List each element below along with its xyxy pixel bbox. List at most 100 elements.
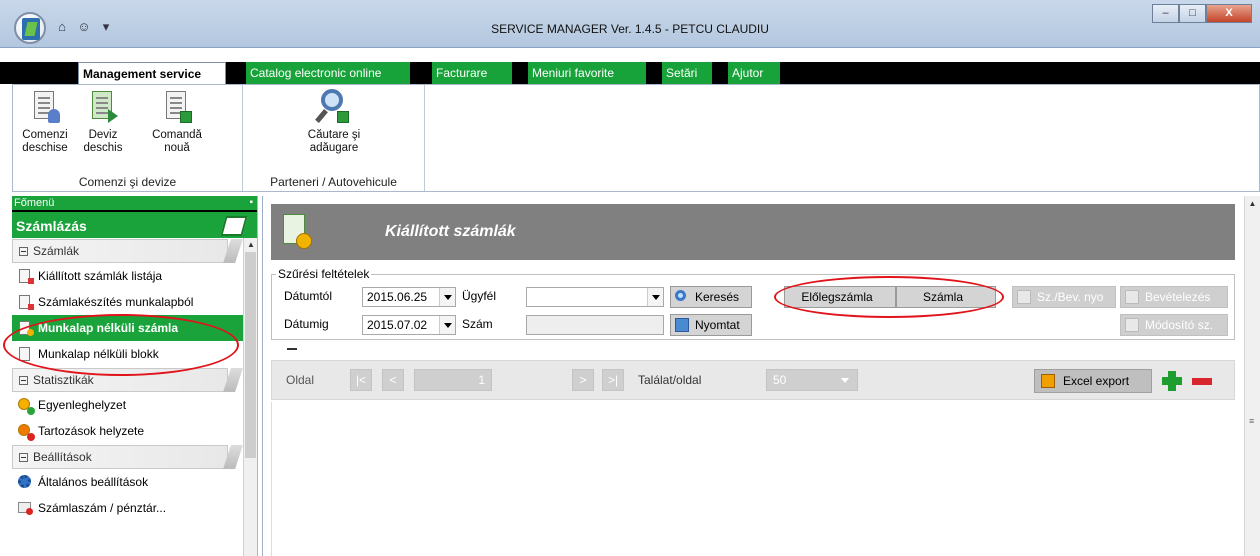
dropdown-arrow-icon[interactable] [439, 288, 455, 306]
invoice-section-icon [220, 216, 248, 236]
per-page-select[interactable]: 50 [766, 369, 858, 391]
results-grid[interactable] [271, 402, 1235, 556]
balance-coins-icon [18, 398, 35, 415]
open-orders-icon [30, 89, 60, 125]
client-select[interactable] [526, 287, 664, 307]
magnifier-icon [315, 89, 349, 125]
number-input[interactable] [526, 315, 664, 335]
scroll-up-icon[interactable]: ▲ [244, 238, 258, 252]
collapse-results-toggle[interactable] [287, 348, 297, 350]
print-icon [675, 318, 689, 332]
pager-toolbar: Oldal |< < 1 > >| Találat/oldal 50 Excel… [271, 360, 1235, 400]
invoice-button[interactable]: Számla [896, 286, 996, 308]
date-to-picker[interactable]: 2015.07.02 [362, 315, 456, 335]
modify-invoice-button[interactable]: Módosító sz. [1120, 314, 1228, 336]
receipt-print-button[interactable]: Sz./Bev. nyo [1012, 286, 1116, 308]
page-title: Kiállított számlák [385, 223, 516, 240]
scroll-up-icon[interactable]: ▲ [1245, 196, 1260, 212]
filter-panel: Szűrési feltételek Dátumtól 2015.06.25 Ü… [271, 267, 1235, 340]
invoice-icon [18, 321, 34, 336]
scrollbar-thumb[interactable] [245, 252, 256, 458]
new-order-button[interactable]: Comandă nouă [137, 89, 217, 155]
main-scrollbar[interactable]: ▲ ≡ [1244, 196, 1260, 556]
advance-invoice-button[interactable]: Előlegszámla [784, 286, 896, 308]
nav-group-statistics[interactable]: Statisztikák [12, 368, 228, 392]
nav-scrollbar[interactable]: ▲ [243, 238, 257, 556]
tab-meniuri-favorite[interactable]: Meniuri favorite [528, 62, 646, 84]
date-to-label: Dátumig [284, 317, 329, 331]
estimate-icon [88, 89, 118, 125]
search-add-button[interactable]: Căutare şi adăugare [293, 89, 375, 155]
collapse-icon [19, 376, 28, 385]
dropdown-arrow-icon[interactable] [439, 316, 455, 334]
nav-group-invoices[interactable]: Számlák [12, 239, 228, 263]
close-button[interactable]: X [1206, 4, 1252, 23]
page-number-input[interactable]: 1 [414, 369, 492, 391]
last-page-button[interactable]: >| [602, 369, 624, 391]
tab-management-service[interactable]: Management service [78, 62, 226, 84]
first-page-button[interactable]: |< [350, 369, 372, 391]
scroll-grip-icon[interactable]: ≡ [1249, 416, 1254, 426]
prev-page-button[interactable]: < [382, 369, 404, 391]
gear-icon [18, 475, 32, 489]
nav-item-issued-invoices[interactable]: Kiállított számlák listája [12, 263, 244, 289]
group-title-partners: Parteneri / Autovehicule [270, 175, 397, 189]
search-icon [675, 290, 686, 301]
filter-legend: Szűrési feltételek [276, 267, 372, 281]
print-button[interactable]: Nyomtat [670, 314, 752, 336]
collapse-icon [19, 453, 28, 462]
excel-export-button[interactable]: Excel export [1034, 369, 1152, 393]
nav-item-balance[interactable]: Egyenleghelyzet [12, 392, 244, 418]
remove-icon[interactable] [1190, 369, 1214, 393]
left-navigation: Főmenü ▪ Számlázás Számlák Kiállított sz… [12, 196, 258, 556]
dropdown-arrow-icon[interactable] [647, 288, 663, 306]
nav-group-settings[interactable]: Beállítások [12, 445, 228, 469]
collapse-icon [19, 247, 28, 256]
issued-invoices-icon [283, 214, 312, 249]
ribbon-group-partners: Căutare şi adăugare Parteneri / Autovehi… [243, 85, 425, 191]
cash-in-button[interactable]: Bevételezés [1120, 286, 1228, 308]
search-button[interactable]: Keresés [670, 286, 752, 308]
page-header: Kiállított számlák [271, 204, 1235, 260]
tab-catalog[interactable]: Catalog electronic online [246, 62, 410, 84]
pin-icon[interactable]: ▪ [249, 196, 253, 210]
next-page-button[interactable]: > [572, 369, 594, 391]
invoice-list-icon [18, 269, 34, 284]
nav-item-invoice-number[interactable]: Számlaszám / pénztár... [12, 495, 244, 521]
invoice-number-icon [18, 501, 33, 515]
page-label: Oldal [286, 373, 315, 387]
window-title: SERVICE MANAGER Ver. 1.4.5 - PETCU CLAUD… [491, 22, 769, 36]
nav-item-invoice-from-worksheet[interactable]: Számlakészítés munkalapból [12, 289, 244, 315]
nav-section-title[interactable]: Számlázás [12, 210, 257, 238]
debts-coins-icon [18, 424, 35, 441]
receipt-icon [18, 347, 32, 361]
date-from-label: Dátumtól [284, 289, 333, 303]
excel-icon [1041, 374, 1055, 388]
tab-ajutor[interactable]: Ajutor [728, 62, 780, 84]
main-content: Kiállított számlák Szűrési feltételek Dá… [262, 196, 1260, 556]
new-order-icon [162, 89, 192, 125]
number-label: Szám [462, 317, 493, 331]
modify-icon [1125, 318, 1139, 332]
nav-header: Főmenü ▪ [12, 196, 257, 210]
tab-setari[interactable]: Setări [662, 62, 712, 84]
nav-item-debts[interactable]: Tartozások helyzete [12, 418, 244, 444]
open-orders-button[interactable]: Comenzi deschise [17, 89, 73, 155]
print-icon [1017, 290, 1031, 304]
add-icon[interactable] [1160, 369, 1184, 393]
invoice-from-worksheet-icon [18, 295, 34, 310]
ribbon-panel: Comenzi deschise Deviz deschis Comandă n… [12, 84, 1260, 192]
per-page-label: Találat/oldal [638, 373, 702, 387]
title-bar: ⌂ ☺ ▾ SERVICE MANAGER Ver. 1.4.5 - PETCU… [0, 0, 1260, 48]
ribbon-tab-strip: Management service Catalog electronic on… [0, 62, 1260, 84]
nav-item-receipt-without-worksheet[interactable]: Munkalap nélküli blokk [12, 341, 244, 367]
open-estimate-button[interactable]: Deviz deschis [75, 89, 131, 155]
nav-item-general-settings[interactable]: Általános beállítások [12, 469, 244, 495]
minimize-button[interactable]: – [1152, 4, 1179, 23]
nav-item-invoice-without-worksheet[interactable]: Munkalap nélküli számla [12, 315, 244, 341]
group-title-orders: Comenzi şi devize [78, 175, 177, 189]
maximize-button[interactable]: □ [1179, 4, 1206, 23]
date-from-picker[interactable]: 2015.06.25 [362, 287, 456, 307]
tab-facturare[interactable]: Facturare [432, 62, 512, 84]
client-label: Ügyfél [462, 289, 497, 303]
